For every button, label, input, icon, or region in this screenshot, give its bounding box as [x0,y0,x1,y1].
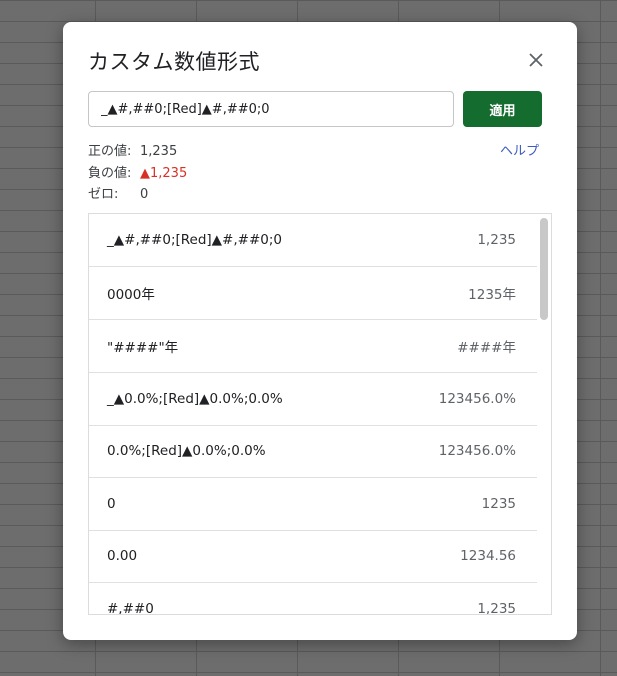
format-sample: 123456.0% [438,443,516,459]
format-preview: 正の値: 1,235 負の値: ▲1,235 ゼロ: 0 [88,141,187,206]
format-list[interactable]: _▲#,##0;[Red]▲#,##0;0 1,235 0000年 1235年 … [88,213,552,615]
help-link[interactable]: ヘルプ [500,140,539,159]
list-scrollbar[interactable] [540,218,548,320]
apply-button[interactable]: 適用 [463,91,542,127]
list-item[interactable]: 0.0%;[Red]▲0.0%;0.0% 123456.0% [89,425,537,478]
format-sample: 1235年 [468,287,516,303]
format-sample: 1235 [481,496,516,512]
format-sample: ####年 [457,340,516,356]
format-code: 0.0%;[Red]▲0.0%;0.0% [107,443,266,459]
close-icon-glyph [529,53,543,67]
zero-value: 0 [140,187,149,202]
positive-value: 1,235 [140,144,178,159]
list-item[interactable]: #,##0 1,235 [89,583,537,615]
preview-zero-row: ゼロ: 0 [88,184,187,206]
preview-negative-row: 負の値: ▲1,235 [88,163,187,185]
format-code: 0000年 [107,287,155,303]
list-item[interactable]: 0 1235 [89,478,537,531]
format-code: _▲#,##0;[Red]▲#,##0;0 [107,232,283,248]
dialog-title: カスタム数値形式 [88,50,260,74]
preview-positive-row: 正の値: 1,235 [88,141,187,163]
positive-label: 正の値: [88,144,132,159]
format-sample: 1234.56 [460,548,516,564]
negative-value: ▲1,235 [140,165,188,181]
format-code: #,##0 [107,601,154,615]
zero-label: ゼロ: [88,187,119,202]
list-item[interactable]: _▲#,##0;[Red]▲#,##0;0 1,235 [89,214,537,267]
format-sample: 1,235 [477,232,516,248]
format-code: _▲0.0%;[Red]▲0.0%;0.0% [107,391,283,407]
format-sample: 1,235 [477,601,516,615]
format-sample: 123456.0% [438,391,516,407]
negative-label: 負の値: [88,165,132,181]
list-item[interactable]: 0.00 1234.56 [89,530,537,583]
list-item[interactable]: _▲0.0%;[Red]▲0.0%;0.0% 123456.0% [89,373,537,426]
format-code: 0 [107,496,116,512]
format-input[interactable] [88,91,454,127]
format-code: 0.00 [107,548,138,564]
custom-number-format-dialog: カスタム数値形式 適用 正の値: 1,235 負の値: ▲1,235 ゼロ: 0… [63,22,577,640]
list-item[interactable]: "####"年 ####年 [89,320,537,373]
list-item[interactable]: 0000年 1235年 [89,267,537,320]
close-icon[interactable] [524,48,548,72]
format-code: "####"年 [107,340,179,356]
